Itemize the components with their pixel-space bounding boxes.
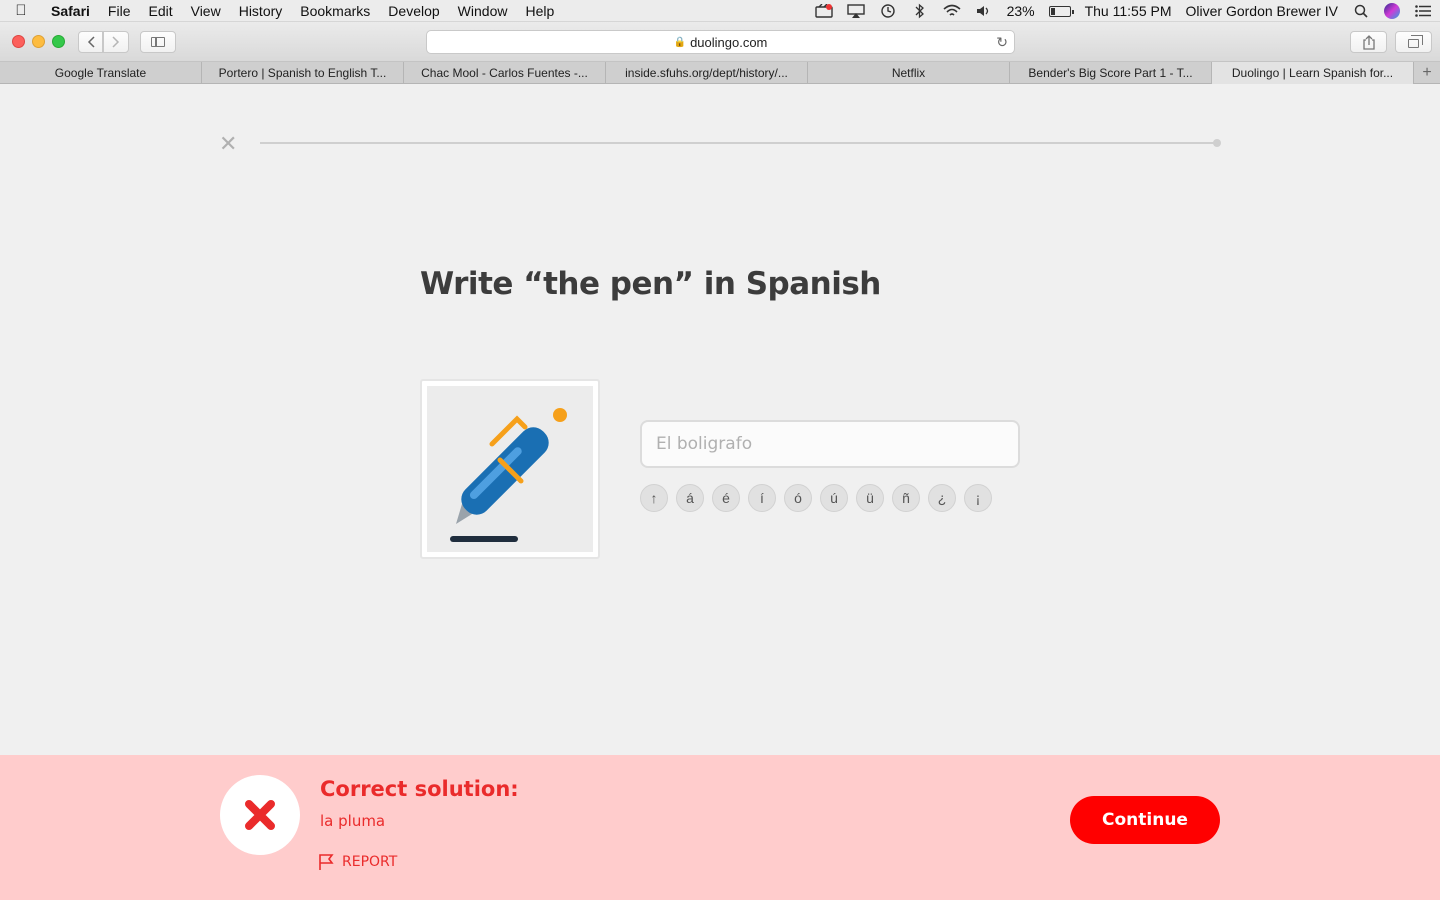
tab-google-translate[interactable]: Google Translate	[0, 62, 202, 84]
browser-toolbar: 🔒 duolingo.com ↻	[0, 22, 1440, 62]
char-key-i-acute[interactable]: í	[748, 484, 776, 512]
notification-center-icon[interactable]	[1414, 3, 1432, 19]
chevron-left-icon	[87, 36, 95, 48]
char-key-inverted-exclamation[interactable]: ¡	[964, 484, 992, 512]
incorrect-feedback-panel: Correct solution: la pluma REPORT Contin…	[0, 755, 1440, 900]
tab-sfuhs-history[interactable]: inside.sfuhs.org/dept/history/...	[606, 62, 808, 84]
siri-icon[interactable]	[1384, 3, 1400, 19]
user-name[interactable]: Oliver Gordon Brewer IV	[1186, 3, 1339, 19]
url-text: duolingo.com	[690, 34, 768, 50]
menu-develop[interactable]: Develop	[379, 0, 448, 22]
pen-illustration-icon	[450, 408, 567, 542]
close-window-button[interactable]	[12, 35, 25, 48]
progress-end-marker	[1213, 139, 1221, 147]
menu-bar:  Safari File Edit View History Bookmark…	[0, 0, 1440, 22]
tab-chac-mool[interactable]: Chac Mool - Carlos Fuentes -...	[404, 62, 606, 84]
report-button[interactable]: REPORT	[318, 853, 397, 871]
challenge-image	[420, 379, 600, 559]
char-key-inverted-question[interactable]: ¿	[928, 484, 956, 512]
continue-button[interactable]: Continue	[1070, 796, 1220, 844]
tab-benders-big-score[interactable]: Bender's Big Score Part 1 - T...	[1010, 62, 1212, 84]
tab-portero[interactable]: Portero | Spanish to English T...	[202, 62, 404, 84]
tab-duolingo[interactable]: Duolingo | Learn Spanish for...	[1212, 62, 1414, 84]
address-bar[interactable]: 🔒 duolingo.com ↻	[426, 30, 1015, 54]
char-key-n-tilde[interactable]: ñ	[892, 484, 920, 512]
sidebar-toggle-button[interactable]	[140, 31, 176, 53]
status-area: 23% Thu 11:55 PM Oliver Gordon Brewer IV	[814, 0, 1432, 22]
wifi-icon[interactable]	[943, 3, 961, 19]
clock[interactable]: Thu 11:55 PM	[1085, 3, 1172, 19]
report-label: REPORT	[342, 854, 398, 870]
char-key-e-acute[interactable]: é	[712, 484, 740, 512]
bluetooth-icon[interactable]	[911, 3, 929, 19]
time-machine-icon[interactable]	[879, 3, 897, 19]
correct-solution-text: la pluma	[320, 812, 386, 830]
menu-history[interactable]: History	[230, 0, 292, 22]
minimize-window-button[interactable]	[32, 35, 45, 48]
tabs-overview-icon	[1408, 34, 1423, 48]
char-key-a-acute[interactable]: á	[676, 484, 704, 512]
char-key-u-umlaut[interactable]: ü	[856, 484, 884, 512]
new-tab-icon[interactable]: +	[1414, 62, 1440, 84]
screen-recording-icon[interactable]	[814, 3, 833, 19]
lesson-progress-bar	[260, 139, 1221, 147]
reload-icon[interactable]: ↻	[996, 34, 1008, 51]
flag-icon	[319, 854, 334, 870]
menu-help[interactable]: Help	[516, 0, 563, 22]
x-mark-icon	[245, 800, 275, 830]
char-key-u-acute[interactable]: ú	[820, 484, 848, 512]
share-icon	[1362, 34, 1375, 50]
sidebar-icon	[151, 37, 165, 47]
forward-button[interactable]	[103, 31, 129, 53]
chevron-right-icon	[112, 36, 120, 48]
close-lesson-icon[interactable]: ✕	[219, 133, 237, 155]
incorrect-badge	[220, 775, 300, 855]
menu-file[interactable]: File	[99, 0, 140, 22]
tab-netflix[interactable]: Netflix	[808, 62, 1010, 84]
zoom-window-button[interactable]	[52, 35, 65, 48]
challenge-prompt: Write “the pen” in Spanish	[420, 266, 881, 302]
battery-percent: 23%	[1006, 3, 1035, 19]
battery-icon[interactable]	[1048, 5, 1074, 17]
menu-window[interactable]: Window	[449, 0, 517, 22]
share-button[interactable]	[1350, 31, 1387, 53]
menu-edit[interactable]: Edit	[139, 0, 181, 22]
special-character-keys: ↑ á é í ó ú ü ñ ¿ ¡	[640, 484, 992, 512]
menu-app-safari[interactable]: Safari	[42, 0, 99, 22]
menu-view[interactable]: View	[182, 0, 230, 22]
answer-input[interactable]: El boligrafo	[640, 420, 1020, 468]
volume-icon[interactable]	[975, 3, 993, 19]
menu-bookmarks[interactable]: Bookmarks	[291, 0, 379, 22]
shift-key[interactable]: ↑	[640, 484, 668, 512]
char-key-o-acute[interactable]: ó	[784, 484, 812, 512]
back-button[interactable]	[78, 31, 103, 53]
airplay-icon[interactable]	[846, 3, 865, 19]
feedback-title: Correct solution:	[320, 777, 519, 801]
lock-icon: 🔒	[673, 36, 687, 48]
tab-bar: Google Translate Portero | Spanish to En…	[0, 62, 1440, 84]
spotlight-search-icon[interactable]	[1352, 3, 1370, 19]
apple-menu-icon[interactable]: 	[0, 2, 42, 19]
show-all-tabs-button[interactable]	[1395, 31, 1432, 53]
